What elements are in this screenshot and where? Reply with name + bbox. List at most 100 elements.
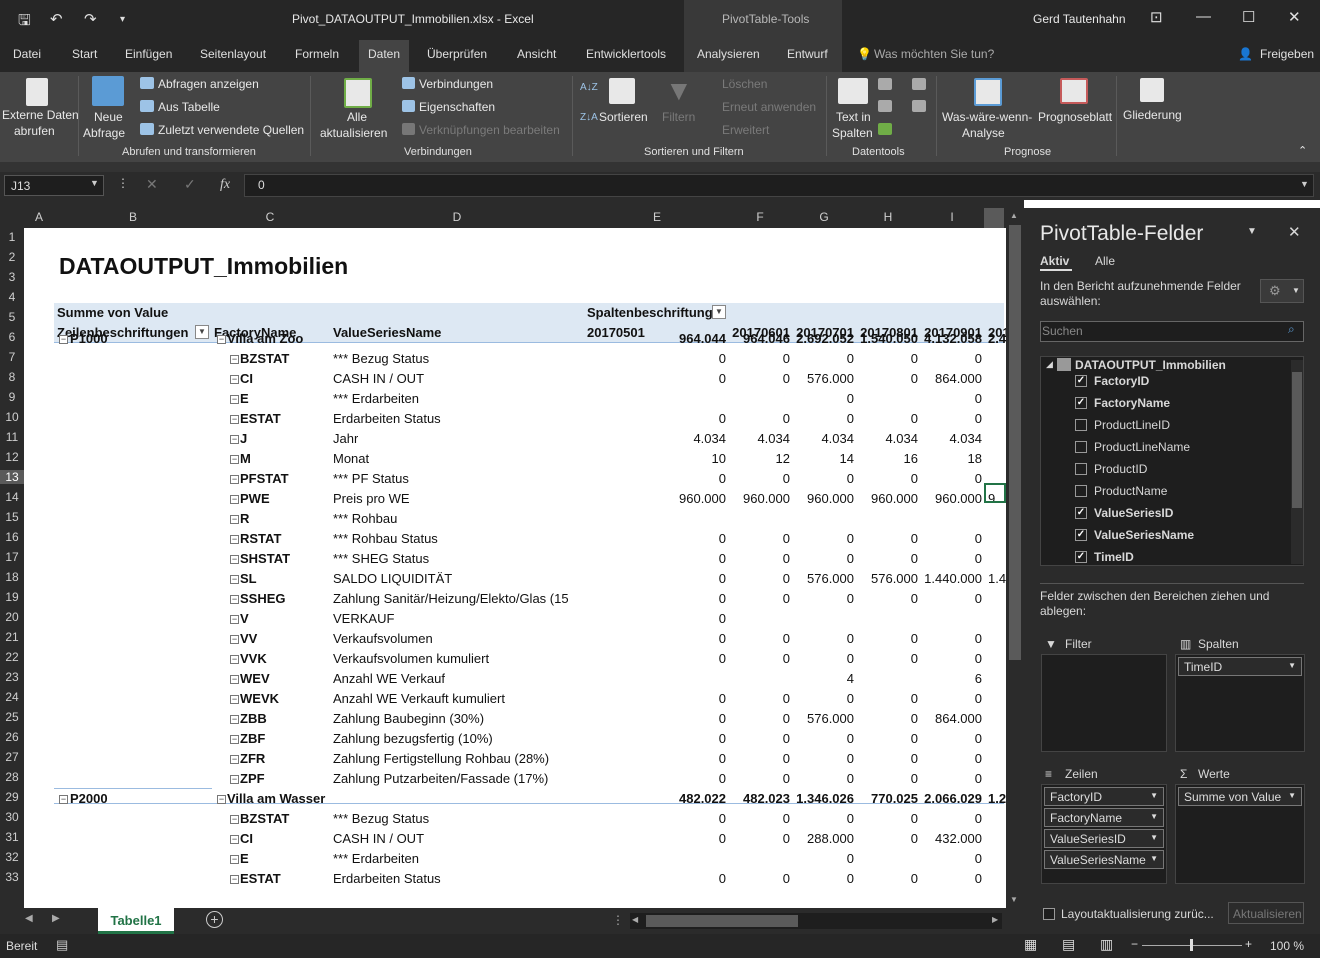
row-factoryname-cell[interactable]: Villa am Wasser (227, 791, 325, 806)
tell-me-input[interactable]: Was möchten Sie tun? (874, 47, 994, 61)
value-cell[interactable]: 1.4 (988, 571, 1006, 586)
value-cell[interactable]: 0 (912, 731, 982, 746)
value-cell[interactable]: 0 (784, 811, 854, 826)
row-header-1[interactable]: 1 (0, 230, 24, 244)
value-cell[interactable]: 0 (912, 531, 982, 546)
collapse-valueseriesid-icon[interactable]: − (230, 555, 239, 564)
field-label-productlineid[interactable]: ProductLineID (1094, 418, 1170, 432)
collapse-valueseriesid-icon[interactable]: − (230, 815, 239, 824)
value-cell[interactable]: 0 (720, 471, 790, 486)
value-cell[interactable]: 0 (656, 811, 726, 826)
row-valueseriesname-cell[interactable]: *** PF Status (333, 471, 409, 486)
undo-icon[interactable]: ↶ (50, 10, 63, 28)
row-valueseriesname-cell[interactable]: Verkaufsvolumen kumuliert (333, 651, 489, 666)
prev-sheet-icon[interactable]: ◀ (25, 913, 33, 924)
collapse-valueseriesid-icon[interactable]: − (230, 495, 239, 504)
connections-button[interactable]: Verbindungen (419, 77, 493, 91)
column-header-f[interactable]: F (728, 210, 792, 224)
formula-input-box[interactable] (244, 174, 1314, 197)
tab-daten[interactable]: Daten (368, 47, 400, 61)
gear-icon[interactable]: ⚙ (1269, 283, 1281, 299)
row-valueseriesid-cell[interactable]: ESTAT (240, 411, 281, 426)
value-cell[interactable]: 0 (912, 351, 982, 366)
row-valueseriesid-cell[interactable]: BZSTAT (240, 351, 289, 366)
row-valueseriesname-cell[interactable]: Anzahl WE Verkauft kumuliert (333, 691, 505, 706)
value-cell[interactable]: 0 (848, 831, 918, 846)
value-cell[interactable]: 0 (848, 731, 918, 746)
value-cell[interactable]: 12 (720, 451, 790, 466)
row-factoryname-cell[interactable]: Villa am Zoo (227, 331, 303, 346)
ribbon-display-icon[interactable]: ⊡ (1150, 8, 1163, 26)
collapse-valueseriesid-icon[interactable]: − (230, 715, 239, 724)
row-valueseriesname-cell[interactable]: Erdarbeiten Status (333, 871, 441, 886)
value-cell[interactable]: 482.023 (720, 791, 790, 806)
new-query-label1[interactable]: Neue (94, 110, 123, 124)
row-header-24[interactable]: 24 (0, 690, 24, 704)
value-cell[interactable]: 964.044 (656, 331, 726, 346)
column-header-a[interactable]: A (24, 210, 54, 224)
value-cell[interactable]: 0 (848, 811, 918, 826)
consolidate-icon[interactable] (912, 78, 926, 90)
collapse-valueseriesid-icon[interactable]: − (230, 535, 239, 544)
flash-fill-icon[interactable] (878, 78, 892, 90)
row-valueseriesname-cell[interactable]: *** Bezug Status (333, 811, 429, 826)
row-header-7[interactable]: 7 (0, 350, 24, 364)
share-button[interactable]: Freigeben (1260, 47, 1314, 61)
row-factoryid-cell[interactable]: P1000 (70, 331, 108, 346)
value-cell[interactable]: 0 (656, 371, 726, 386)
sort-desc-icon[interactable]: Z↓A (580, 112, 598, 123)
date-header-0[interactable]: 20170501 (587, 325, 645, 340)
quick-access-dropdown-icon[interactable]: ▾ (120, 14, 125, 25)
scroll-left-icon[interactable]: ◀ (632, 915, 638, 924)
from-table-button[interactable]: Aus Tabelle (158, 100, 220, 114)
row-valueseriesname-cell[interactable]: *** Erdarbeiten (333, 851, 419, 866)
normal-view-icon[interactable]: ▦ (1024, 936, 1037, 953)
what-if-label2[interactable]: Analyse (962, 126, 1005, 140)
value-cell[interactable]: 0 (720, 731, 790, 746)
next-sheet-icon[interactable]: ▶ (52, 913, 60, 924)
row-valueseriesname-cell[interactable]: Zahlung bezugsfertig (10%) (333, 731, 493, 746)
pivot-title[interactable]: DATAOUTPUT_Immobilien (59, 253, 348, 280)
value-cell[interactable]: 0 (848, 551, 918, 566)
field-checkbox-productid[interactable] (1075, 463, 1087, 475)
value-cell[interactable]: 0 (912, 391, 982, 406)
value-cell[interactable]: 0 (720, 811, 790, 826)
collapse-factoryname-icon[interactable]: − (217, 335, 226, 344)
tab-analysieren[interactable]: Analysieren (697, 47, 760, 61)
field-checkbox-factoryid[interactable]: ✓ (1075, 375, 1087, 387)
field-label-factoryname[interactable]: FactoryName (1094, 396, 1170, 410)
close-icon[interactable]: ✕ (1288, 8, 1301, 26)
values-field-summe[interactable]: Summe von Value (1178, 787, 1302, 806)
value-cell[interactable]: 0 (784, 771, 854, 786)
column-header-i[interactable]: I (920, 210, 984, 224)
value-cell[interactable]: 964.046 (720, 331, 790, 346)
value-cell[interactable]: 0 (848, 531, 918, 546)
advanced-button[interactable]: Erweitert (722, 123, 769, 137)
value-cell[interactable]: 0 (848, 351, 918, 366)
value-cell[interactable]: 0 (784, 591, 854, 606)
value-cell[interactable]: 1.440.000 (912, 571, 982, 586)
sheet-tab-tabelle1[interactable]: Tabelle1 (98, 908, 174, 934)
value-cell[interactable]: 0 (784, 731, 854, 746)
collapse-valueseriesid-icon[interactable]: − (230, 515, 239, 524)
page-break-icon[interactable]: ▥ (1100, 936, 1113, 953)
row-valueseriesname-cell[interactable]: Zahlung Putzarbeiten/Fassade (17%) (333, 771, 548, 786)
row-valueseriesname-cell[interactable]: *** Rohbau (333, 511, 397, 526)
row-valueseriesname-cell[interactable]: Zahlung Fertigstellung Rohbau (28%) (333, 751, 549, 766)
value-cell[interactable]: 0 (848, 631, 918, 646)
value-cell[interactable]: 0 (848, 411, 918, 426)
row-header-19[interactable]: 19 (0, 590, 24, 604)
value-cell[interactable]: 288.000 (784, 831, 854, 846)
zoom-slider-thumb[interactable] (1190, 939, 1193, 951)
value-cell[interactable]: 0 (656, 871, 726, 886)
value-cell[interactable]: 0 (656, 711, 726, 726)
row-header-32[interactable]: 32 (0, 850, 24, 864)
value-cell[interactable]: 0 (848, 591, 918, 606)
value-cell[interactable]: 576.000 (784, 371, 854, 386)
row-valueseriesname-cell[interactable]: *** Rohbau Status (333, 531, 438, 546)
row-valueseriesname-cell[interactable]: SALDO LIQUIDITÄT (333, 571, 452, 586)
value-cell[interactable]: 0 (912, 771, 982, 786)
row-header-17[interactable]: 17 (0, 550, 24, 564)
save-icon[interactable]: 🖫 (18, 10, 31, 35)
collapse-valueseriesid-icon[interactable]: − (230, 435, 239, 444)
